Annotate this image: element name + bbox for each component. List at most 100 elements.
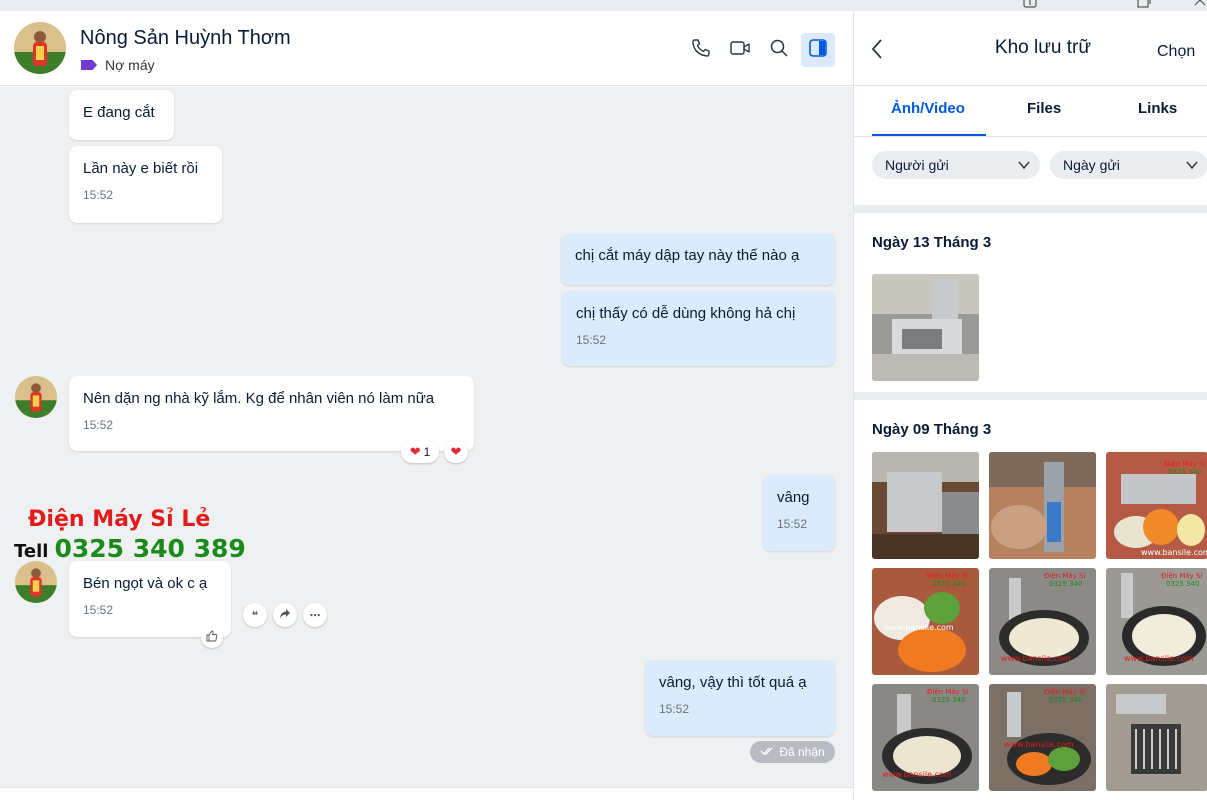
window-titlebar	[0, 0, 1207, 11]
thumb-caption-text: www.bansile.com	[1001, 654, 1071, 663]
media-tabs: Ảnh/Video Files Links	[854, 87, 1207, 137]
date-filter[interactable]: Ngày gửi	[1050, 151, 1207, 179]
section-title: Ngày 09 Tháng 3	[872, 421, 992, 438]
thumb-phone-text: 0325 340	[1168, 468, 1201, 476]
phone-icon	[691, 38, 711, 63]
thumb-brand-text: Điện Máy Sỉ	[927, 572, 968, 580]
more-button[interactable]: ⋯	[303, 603, 327, 627]
delivery-status: Đã nhận	[750, 741, 835, 763]
contact-name[interactable]: Nông Sản Huỳnh Thơm	[80, 27, 291, 50]
tab-files[interactable]: Files	[1027, 100, 1061, 117]
message-text: Bén ngọt và ok c ạ	[83, 575, 208, 592]
tab-media[interactable]: Ảnh/Video	[891, 100, 965, 117]
thumb-phone-text: 0325 340	[1049, 580, 1082, 588]
message-time: 15:52	[83, 418, 114, 432]
message-text: chị cắt máy dập tay này thế nào ạ	[575, 247, 800, 264]
contact-tag-label: Nợ máy	[105, 57, 155, 73]
react-button[interactable]: ❤	[444, 441, 468, 463]
heart-icon: ❤	[450, 444, 462, 459]
message-text: vâng, vậy thì tốt quá ạ	[659, 674, 807, 691]
section-divider	[854, 205, 1207, 213]
active-tab-indicator	[872, 134, 986, 136]
tag-icon	[81, 60, 97, 70]
thumb-brand-text: Điện Máy Sỉ	[1161, 572, 1202, 580]
message-time: 15:52	[83, 603, 114, 617]
message-text: chị thấy có dễ dùng không hả chị	[576, 305, 796, 322]
composer-toolbar[interactable]	[0, 787, 853, 800]
chat-header: Nông Sản Huỳnh Thơm Nợ máy	[0, 11, 853, 86]
media-thumbnail[interactable]: Điện Máy Sỉ 0325 340 www.bansile.com	[1106, 452, 1207, 559]
media-thumbnail[interactable]: Điện Máy Sỉ 0325 340 www.bansile.com	[872, 684, 979, 791]
quote-button[interactable]: ❝	[243, 603, 267, 627]
video-icon	[729, 39, 751, 62]
heart-icon: ❤	[409, 444, 421, 459]
thumbs-up-icon	[206, 630, 218, 645]
sender-avatar[interactable]	[15, 376, 57, 418]
more-icon: ⋯	[309, 609, 321, 622]
media-thumbnail[interactable]	[872, 274, 979, 381]
restore-icon[interactable]	[1137, 0, 1151, 11]
media-thumbnail[interactable]	[872, 452, 979, 559]
watermark-phone: 0325 340 389	[54, 534, 246, 563]
section-title: Ngày 13 Tháng 3	[872, 234, 992, 251]
thumb-caption-text: www.bansile.com	[884, 623, 954, 632]
message-bubble[interactable]: Lần này e biết rồi 15:52	[69, 146, 222, 223]
sender-filter[interactable]: Người gửi	[872, 151, 1040, 179]
watermark-tell: Tell	[14, 541, 49, 562]
message-time: 15:52	[659, 702, 690, 716]
thumb-phone-text: 0325 340	[1049, 696, 1082, 704]
thumb-caption-text: www.bansile.com	[1124, 654, 1194, 663]
toggle-sidebar-button[interactable]	[801, 33, 835, 67]
thumb-brand-text: Điện Máy Sỉ	[927, 688, 968, 696]
thumb-caption-text: www.bansile.com	[882, 770, 952, 779]
message-bubble[interactable]: E đang cắt	[69, 90, 174, 140]
choose-button[interactable]: Chọn	[1157, 43, 1195, 61]
message-list[interactable]: E đang cắt Lần này e biết rồi 15:52 chị …	[0, 87, 853, 787]
thumb-phone-text: 0325 340	[932, 580, 965, 588]
info-icon[interactable]	[1023, 0, 1037, 11]
sender-avatar[interactable]	[15, 561, 57, 603]
sidebar-toggle-icon	[808, 38, 828, 63]
media-thumbnail[interactable]: Điện Máy Sỉ 0325 340 www.bansile.com	[872, 568, 979, 675]
reaction-summary[interactable]: ❤ 1	[401, 441, 439, 463]
message-bubble[interactable]: chị cắt máy dập tay này thế nào ạ	[561, 233, 835, 285]
thumb-caption-text: www.bansile.com	[1004, 740, 1074, 749]
panel-title: Kho lưu trữ	[994, 37, 1092, 58]
thumb-caption-text: www.bansile.com	[1141, 548, 1207, 557]
section-divider	[854, 392, 1207, 400]
thumb-brand-text: Điện Máy Sỉ	[1044, 688, 1085, 696]
message-bubble[interactable]: vâng, vậy thì tốt quá ạ 15:52	[645, 660, 835, 736]
sender-filter-label: Người gửi	[885, 157, 949, 173]
media-thumbnail[interactable]: Điện Máy Sỉ 0325 340 www.bansile.com	[1106, 568, 1207, 675]
quote-icon: ❝	[251, 609, 259, 622]
watermark-title: Điện Máy Sỉ Lẻ	[28, 507, 211, 532]
message-bubble[interactable]: vâng 15:52	[763, 475, 835, 551]
forward-icon	[279, 608, 291, 623]
video-call-button[interactable]	[723, 33, 757, 67]
media-thumbnail[interactable]	[989, 452, 1096, 559]
search-button[interactable]	[762, 33, 796, 67]
forward-button[interactable]	[273, 603, 297, 627]
message-time: 15:52	[83, 188, 114, 202]
media-thumbnail[interactable]: Điện Máy Sỉ 0325 340 www.bansile.com	[989, 568, 1096, 675]
message-bubble[interactable]: chị thấy có dễ dùng không hả chị 15:52	[562, 291, 835, 366]
media-thumbnail[interactable]: Điện Máy Sỉ 0325 340 www.bansile.com	[989, 684, 1096, 791]
close-icon[interactable]	[1194, 0, 1206, 9]
contact-avatar[interactable]	[14, 22, 66, 74]
tab-links[interactable]: Links	[1138, 100, 1177, 117]
media-thumbnail[interactable]	[1106, 684, 1207, 791]
message-bubble[interactable]: Nên dặn ng nhà kỹ lắm. Kg để nhân viên n…	[69, 376, 474, 451]
message-text: Lần này e biết rồi	[83, 160, 199, 177]
date-filter-label: Ngày gửi	[1063, 157, 1120, 173]
call-button[interactable]	[684, 33, 718, 67]
panel-header: Kho lưu trữ Chọn	[854, 11, 1207, 86]
double-check-icon	[760, 745, 774, 759]
thumb-phone-text: 0325 340	[1166, 580, 1199, 588]
watermark-logo: Điện Máy Sỉ Lẻ Tell 0325 340 389	[14, 507, 246, 563]
like-button[interactable]	[201, 626, 223, 648]
message-time: 15:52	[576, 333, 607, 347]
contact-tag[interactable]: Nợ máy	[81, 57, 155, 73]
message-bubble[interactable]: Bén ngọt và ok c ạ 15:52	[69, 561, 231, 637]
search-icon	[769, 38, 789, 63]
message-text: Nên dặn ng nhà kỹ lắm. Kg để nhân viên n…	[83, 390, 435, 407]
